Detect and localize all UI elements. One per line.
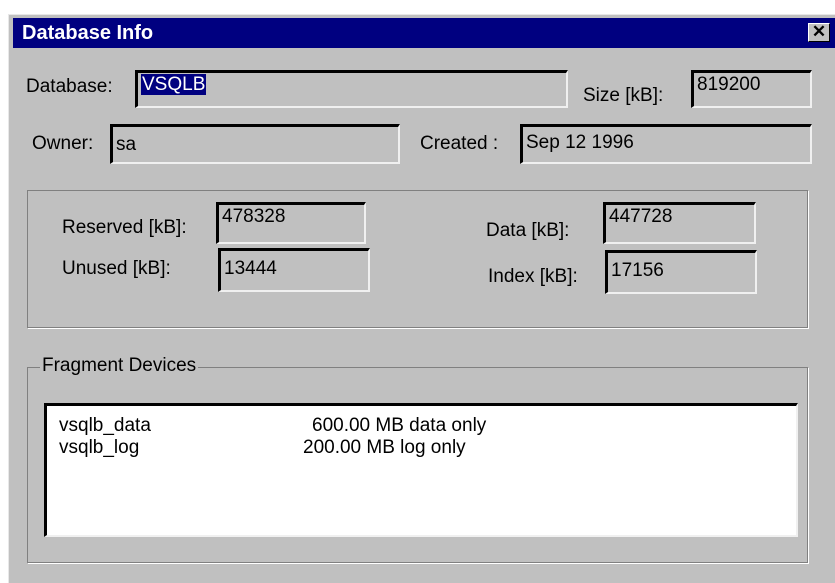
- reserved-value: 478328: [222, 206, 286, 227]
- owner-label: Owner:: [32, 133, 94, 154]
- owner-value: sa: [116, 134, 137, 155]
- reserved-field[interactable]: 478328: [216, 202, 366, 244]
- index-field[interactable]: 17156: [605, 250, 757, 294]
- database-field[interactable]: VSQLB: [135, 70, 568, 108]
- database-label: Database:: [26, 76, 113, 97]
- list-item-info[interactable]: 600.00 MB data only: [312, 415, 486, 437]
- data-field[interactable]: 447728: [603, 202, 756, 244]
- data-label: Data [kB]:: [486, 220, 570, 241]
- unused-value: 13444: [224, 258, 277, 279]
- close-icon: ✕: [811, 22, 827, 41]
- unused-label: Unused [kB]:: [62, 258, 171, 279]
- unused-field[interactable]: 13444: [218, 248, 370, 292]
- owner-field[interactable]: sa: [110, 124, 400, 164]
- list-item-name[interactable]: vsqlb_log: [59, 437, 139, 459]
- created-field[interactable]: Sep 12 1996: [520, 124, 812, 164]
- database-value: VSQLB: [141, 74, 207, 95]
- created-value: Sep 12 1996: [526, 132, 634, 153]
- index-value: 17156: [611, 260, 664, 281]
- fragment-devices-list[interactable]: vsqlb_data 600.00 MB data only vsqlb_log…: [44, 403, 798, 537]
- reserved-label: Reserved [kB]:: [62, 217, 187, 238]
- close-button[interactable]: ✕: [808, 23, 830, 42]
- index-label: Index [kB]:: [488, 266, 578, 287]
- list-item-info[interactable]: 200.00 MB log only: [303, 437, 466, 459]
- fragment-devices-legend: Fragment Devices: [40, 355, 199, 377]
- size-value: 819200: [697, 74, 761, 95]
- data-value: 447728: [609, 206, 673, 227]
- created-label: Created :: [420, 133, 499, 154]
- size-field[interactable]: 819200: [691, 70, 812, 108]
- list-item-name[interactable]: vsqlb_data: [59, 415, 151, 437]
- window-title: Database Info: [22, 22, 154, 44]
- size-label: Size [kB]:: [583, 85, 664, 106]
